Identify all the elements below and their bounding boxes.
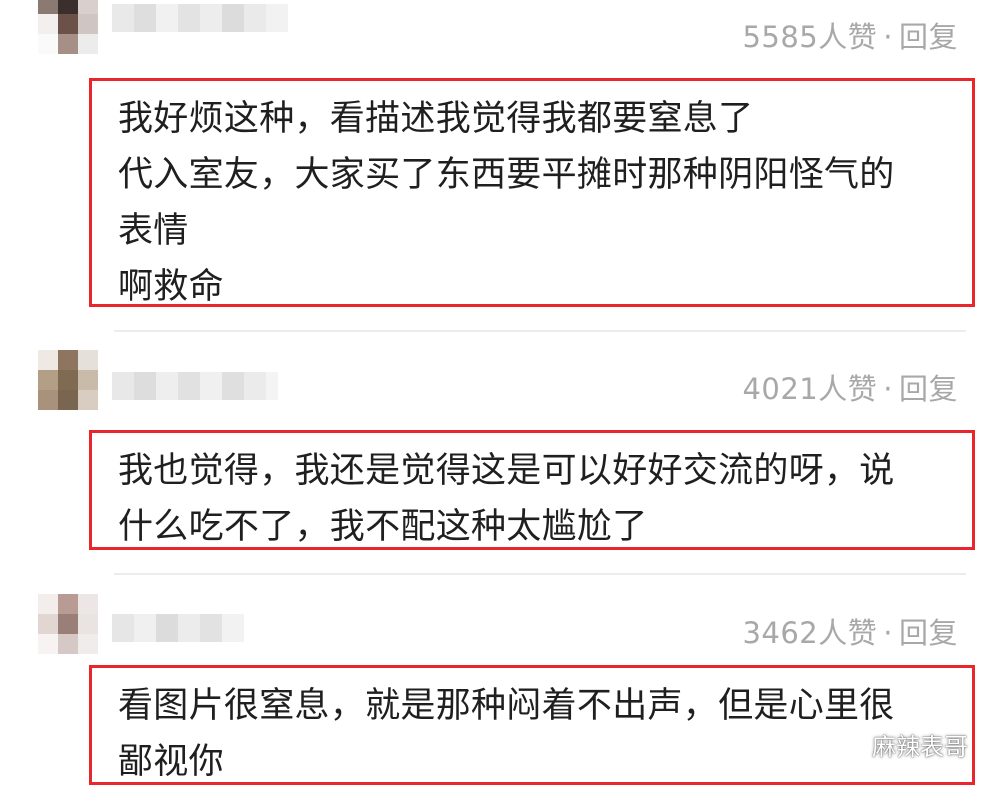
avatar-blurred[interactable] <box>38 350 98 410</box>
meta-separator: · <box>883 616 893 650</box>
reply-button[interactable]: 回复 <box>899 20 958 54</box>
comment-meta: 5585人赞 · 回复 <box>742 14 958 56</box>
comment-text-line: 表情 <box>118 211 189 251</box>
comment-meta: 3462人赞 · 回复 <box>742 610 958 652</box>
meta-separator: · <box>883 372 893 406</box>
comment-meta: 4021人赞 · 回复 <box>742 366 958 408</box>
username-blurred[interactable] <box>112 4 288 32</box>
comment-text-line: 什么吃不了，我不配这种太尴尬了 <box>118 507 648 547</box>
comment-body-highlighted: 看图片很窒息，就是那种闷着不出声，但是心里很 鄙视你 <box>89 665 975 785</box>
reply-button[interactable]: 回复 <box>899 372 958 406</box>
comment-text-line: 我好烦这种，看描述我觉得我都要窒息了 <box>118 99 754 139</box>
reply-button[interactable]: 回复 <box>899 616 958 650</box>
watermark: 麻辣表哥 <box>840 727 968 762</box>
like-count[interactable]: 5585人赞 <box>742 20 877 54</box>
comment-divider <box>114 330 966 332</box>
comment-text-line: 啊救命 <box>118 267 224 307</box>
meta-separator: · <box>883 20 893 54</box>
avatar-blurred[interactable] <box>38 594 98 654</box>
username-blurred[interactable] <box>112 372 278 400</box>
username-blurred[interactable] <box>112 614 244 642</box>
comment-body-highlighted: 我好烦这种，看描述我觉得我都要窒息了 代入室友，大家买了东西要平摊时那种阴阳怪气… <box>89 78 975 307</box>
comment-text-line: 代入室友，大家买了东西要平摊时那种阴阳怪气的 <box>118 155 895 195</box>
avatar-blurred[interactable] <box>38 0 98 54</box>
wechat-icon <box>840 734 866 755</box>
comment-text-line: 看图片很窒息，就是那种闷着不出声，但是心里很 <box>118 686 895 726</box>
like-count[interactable]: 3462人赞 <box>742 616 877 650</box>
comment-text-line: 我也觉得，我还是觉得这是可以好好交流的呀，说 <box>118 451 895 491</box>
like-count[interactable]: 4021人赞 <box>742 372 877 406</box>
comment-body-highlighted: 我也觉得，我还是觉得这是可以好好交流的呀，说 什么吃不了，我不配这种太尴尬了 <box>89 430 975 550</box>
comment-divider <box>114 573 966 575</box>
watermark-text: 麻辣表哥 <box>872 733 968 761</box>
